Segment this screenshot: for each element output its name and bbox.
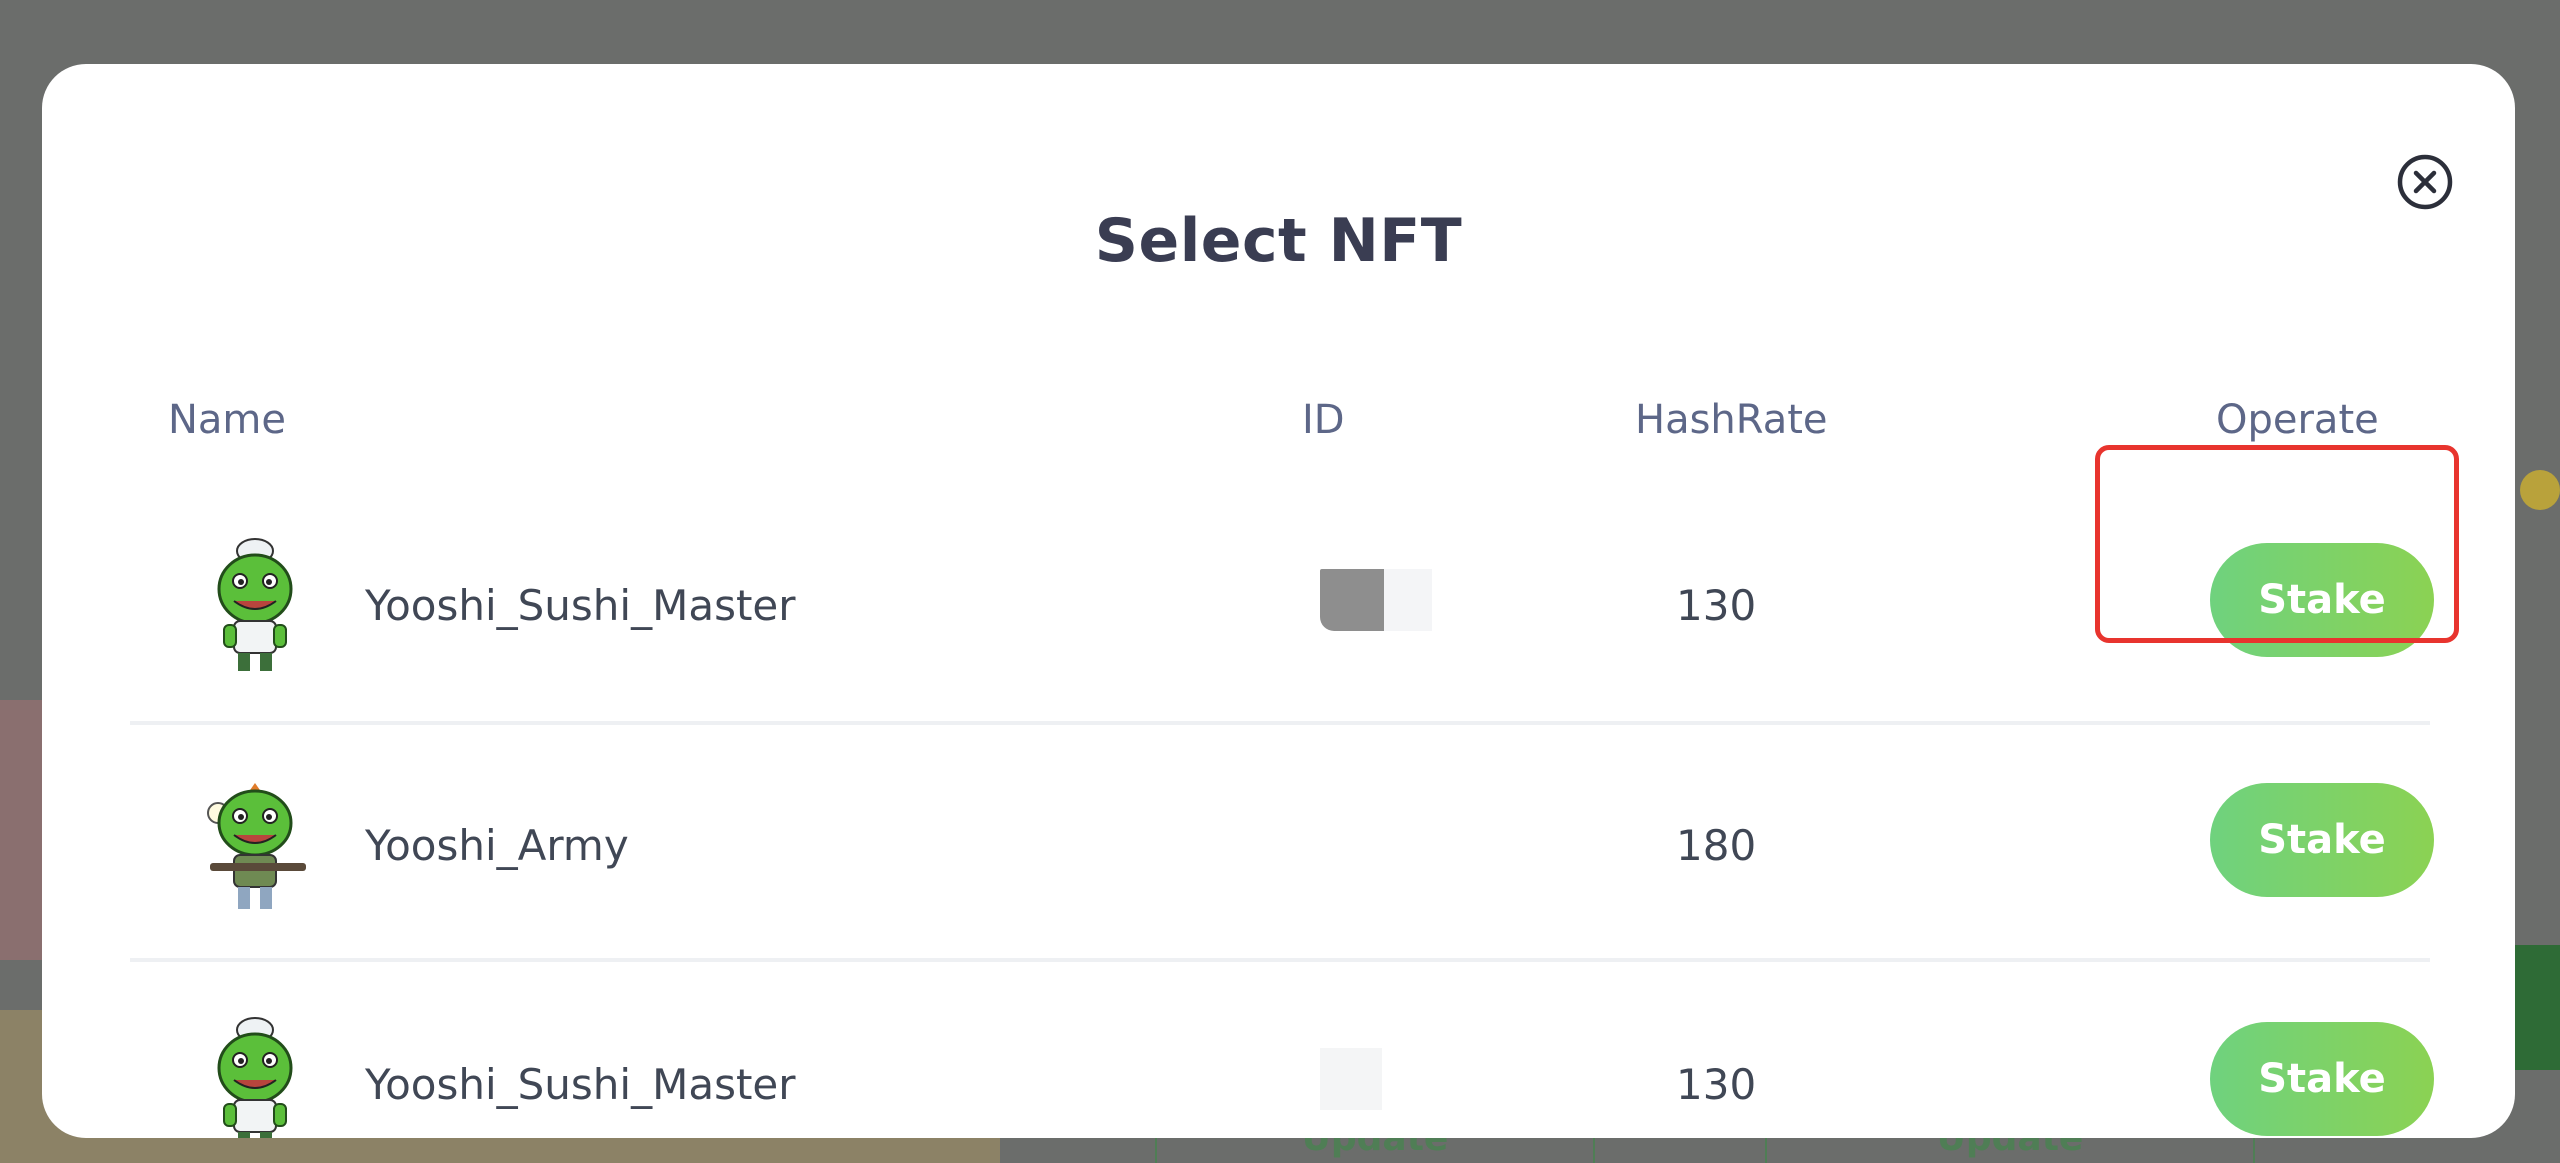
nft-id-redacted xyxy=(1320,569,1432,633)
select-nft-modal: Select NFT Name ID HashRate Operate Yoos… xyxy=(42,64,2515,1138)
nft-hashrate: 130 xyxy=(1676,1060,1757,1109)
modal-title: Select NFT xyxy=(1094,206,1463,276)
nft-id-redacted xyxy=(1320,1048,1382,1112)
nft-row: Yooshi_Sushi_Master 130 Stake xyxy=(130,964,2434,1138)
column-header-id: ID xyxy=(1302,397,1345,443)
column-header-hashrate: HashRate xyxy=(1635,397,1828,443)
background-coin-icon xyxy=(2520,470,2560,510)
nft-name: Yooshi_Sushi_Master xyxy=(365,1060,796,1109)
nft-hashrate: 180 xyxy=(1676,821,1757,870)
row-divider xyxy=(130,958,2430,962)
background-panel xyxy=(2515,945,2560,1070)
stake-button[interactable]: Stake xyxy=(2210,783,2434,897)
column-header-operate: Operate xyxy=(2216,397,2379,443)
yooshi-army-icon xyxy=(200,771,310,916)
column-header-name: Name xyxy=(168,397,287,443)
nft-row: Yooshi_Army 180 Stake xyxy=(130,725,2434,961)
close-button[interactable] xyxy=(2395,152,2455,212)
nft-hashrate: 130 xyxy=(1676,581,1757,630)
stake-button[interactable]: Stake xyxy=(2210,1022,2434,1136)
yooshi-sushi-master-icon xyxy=(200,1010,310,1138)
nft-name: Yooshi_Army xyxy=(365,821,629,870)
yooshi-sushi-master-icon xyxy=(200,531,310,676)
nft-name: Yooshi_Sushi_Master xyxy=(365,581,796,630)
close-icon[interactable] xyxy=(2395,152,2455,212)
nft-row: Yooshi_Sushi_Master 130 Stake xyxy=(130,485,2434,721)
stake-button[interactable]: Stake xyxy=(2210,543,2434,657)
